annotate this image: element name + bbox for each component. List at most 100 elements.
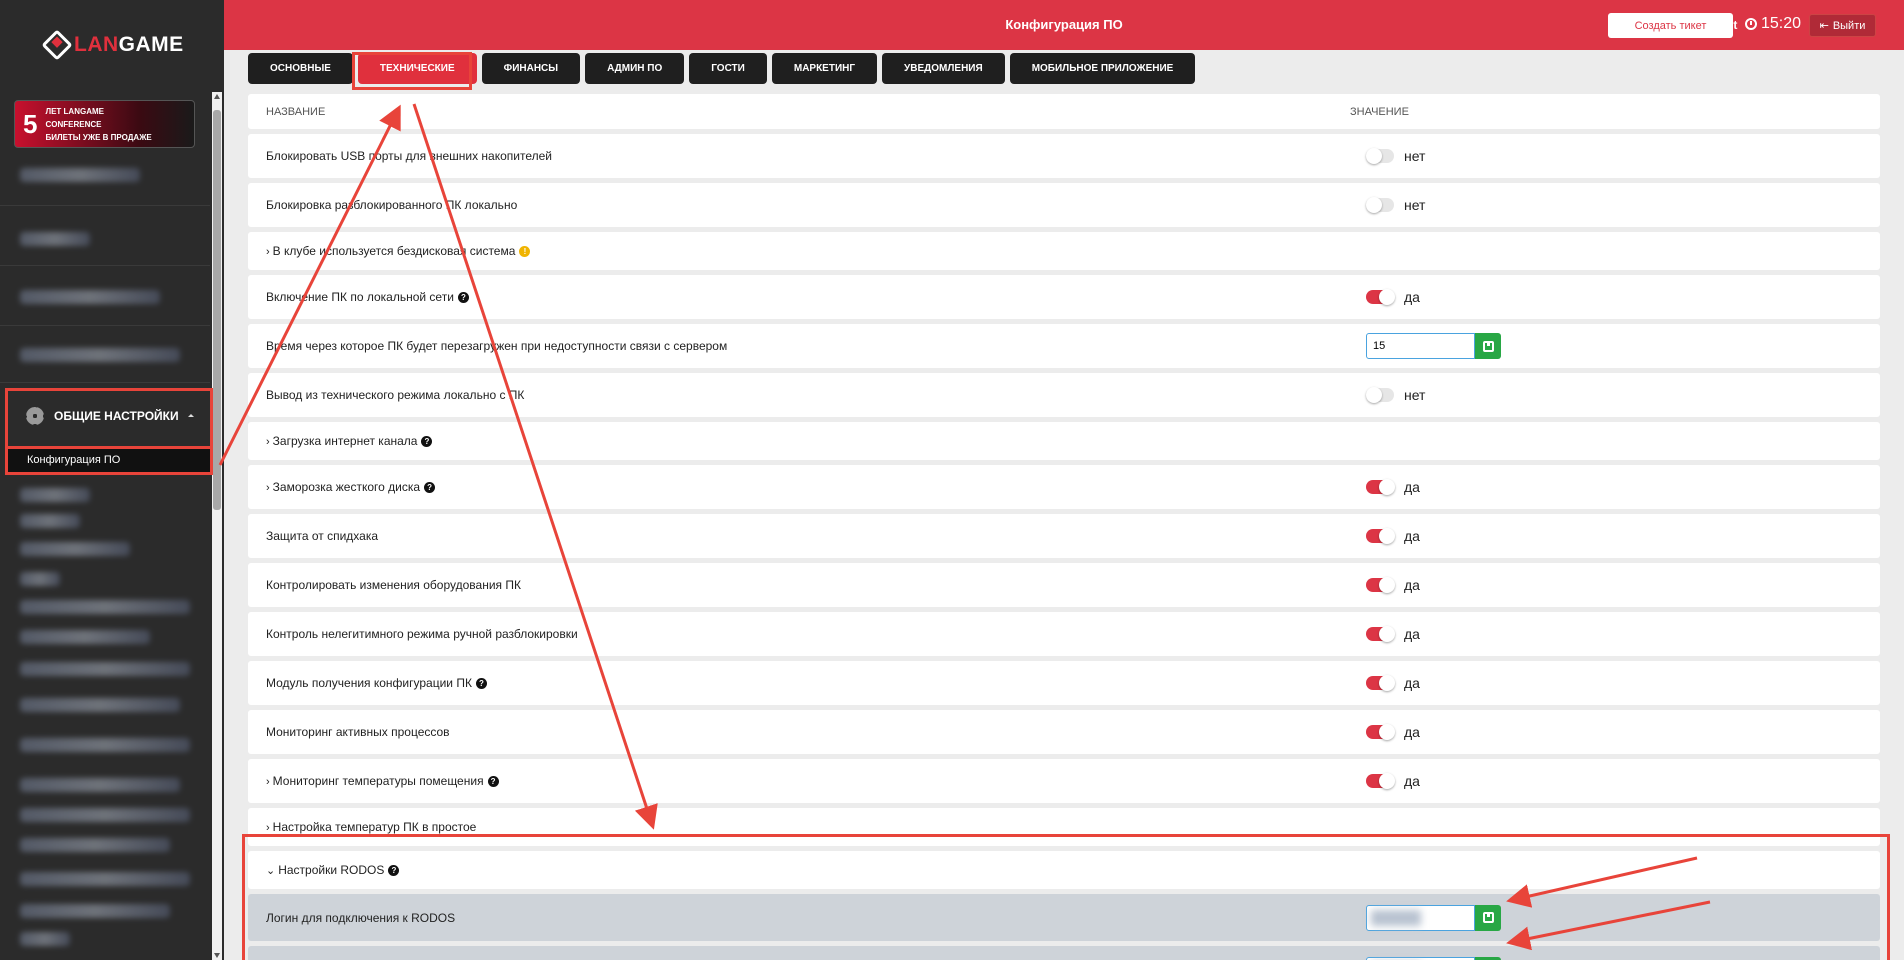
promo-line-3: БИЛЕТЫ УЖЕ В ПРОДАЖЕ bbox=[45, 132, 152, 142]
tab-admin-software[interactable]: Админ ПО bbox=[585, 53, 685, 84]
annotation-box-rodos bbox=[242, 834, 1890, 960]
timeout-input[interactable] bbox=[1366, 333, 1475, 359]
blurred-menu-item[interactable] bbox=[20, 572, 60, 586]
scroll-up-arrow-icon[interactable] bbox=[214, 94, 220, 99]
tab-notifications[interactable]: Уведомления bbox=[882, 53, 1005, 84]
tab-marketing[interactable]: Маркетинг bbox=[771, 53, 878, 84]
sidebar-divider bbox=[0, 205, 210, 206]
question-icon[interactable]: ? bbox=[475, 678, 487, 690]
toggle-knob bbox=[1379, 626, 1395, 642]
toggle-switch[interactable] bbox=[1366, 197, 1394, 213]
toggle-value-text: да bbox=[1404, 289, 1420, 305]
blurred-menu-item[interactable] bbox=[20, 488, 90, 502]
blurred-menu-item[interactable] bbox=[20, 698, 180, 712]
blurred-menu-item[interactable] bbox=[20, 904, 170, 918]
setting-label: В клубе используется бездисковая система bbox=[272, 244, 516, 258]
setting-value: да bbox=[1366, 675, 1420, 691]
tab-main[interactable]: Основные bbox=[248, 53, 353, 84]
blurred-menu-item[interactable] bbox=[20, 662, 190, 676]
toggle-knob bbox=[1379, 289, 1395, 305]
toggle-switch[interactable] bbox=[1366, 724, 1395, 740]
table-row[interactable]: › Загрузка интернет канала? bbox=[248, 422, 1880, 460]
blurred-menu-item[interactable] bbox=[20, 738, 190, 752]
tab-mobile-app[interactable]: Мобильное приложение bbox=[1009, 53, 1196, 84]
toggle-value-text: нет bbox=[1404, 197, 1426, 213]
setting-value: да bbox=[1366, 577, 1420, 593]
toggle-switch[interactable] bbox=[1366, 577, 1395, 593]
blurred-menu-item[interactable] bbox=[20, 600, 190, 614]
setting-name: Время через которое ПК будет перезагруже… bbox=[266, 339, 727, 353]
setting-label: Защита от спидхака bbox=[266, 529, 379, 543]
blurred-menu-item[interactable] bbox=[20, 872, 190, 886]
toggle-value-text: да bbox=[1404, 479, 1420, 495]
scroll-down-arrow-icon[interactable] bbox=[214, 953, 220, 958]
tab-guests[interactable]: Гости bbox=[689, 53, 767, 84]
logout-button[interactable]: ⇤ Выйти bbox=[1809, 14, 1876, 37]
toggle-knob bbox=[1379, 675, 1395, 691]
user-name[interactable]: Root bbox=[1710, 18, 1737, 32]
setting-value: да bbox=[1366, 528, 1420, 544]
blurred-menu-item[interactable] bbox=[20, 168, 140, 182]
setting-value: нет bbox=[1366, 387, 1425, 403]
chevron-right-icon[interactable]: › bbox=[266, 822, 270, 834]
sidebar-scrollbar[interactable] bbox=[212, 92, 222, 960]
setting-name: Блокировка разблокированного ПК локально bbox=[266, 198, 517, 212]
setting-label: Модуль получения конфигурации ПК bbox=[266, 676, 472, 690]
blurred-menu-item[interactable] bbox=[20, 290, 160, 304]
tab-finance[interactable]: Финансы bbox=[481, 53, 581, 84]
toggle-switch[interactable] bbox=[1366, 479, 1395, 495]
setting-label: Блокировать USB порты для внешних накопи… bbox=[266, 149, 553, 163]
question-icon[interactable]: ? bbox=[487, 776, 499, 788]
table-row: Модуль получения конфигурации ПК? да bbox=[248, 661, 1880, 705]
chevron-right-icon[interactable]: › bbox=[266, 482, 270, 494]
scroll-thumb[interactable] bbox=[213, 110, 221, 510]
question-icon[interactable]: ? bbox=[421, 436, 433, 448]
promo-text: ЛЕТ LANGAME CONFERENCE БИЛЕТЫ УЖЕ В ПРОД… bbox=[45, 105, 151, 144]
blurred-menu-item[interactable] bbox=[20, 838, 170, 852]
table-row: Контролировать изменения оборудования ПК… bbox=[248, 563, 1880, 607]
blurred-menu-item[interactable] bbox=[20, 932, 70, 946]
logo-icon bbox=[41, 29, 73, 61]
question-icon[interactable]: ? bbox=[424, 482, 436, 494]
toggle-switch[interactable] bbox=[1366, 626, 1395, 642]
setting-name: › В клубе используется бездисковая систем… bbox=[266, 244, 531, 258]
langame-logo[interactable]: LANGAME bbox=[41, 29, 184, 61]
toggle-knob bbox=[1379, 577, 1395, 593]
setting-name: Контролировать изменения оборудования ПК bbox=[266, 578, 521, 592]
toggle-switch[interactable] bbox=[1366, 148, 1394, 164]
table-row[interactable]: › В клубе используется бездисковая систем… bbox=[248, 232, 1880, 270]
blurred-menu-item[interactable] bbox=[20, 778, 180, 792]
chevron-right-icon[interactable]: › bbox=[266, 776, 270, 788]
warning-icon[interactable]: ! bbox=[519, 246, 531, 258]
chevron-right-icon[interactable]: › bbox=[266, 436, 270, 448]
logout-icon: ⇤ bbox=[1819, 20, 1829, 32]
table-row: Включение ПК по локальной сети? да bbox=[248, 275, 1880, 319]
table-row[interactable]: › Заморозка жесткого диска? да bbox=[248, 465, 1880, 509]
setting-value: да bbox=[1366, 289, 1420, 305]
table-row[interactable]: › Мониторинг температуры помещения? да bbox=[248, 759, 1880, 803]
toggle-switch[interactable] bbox=[1366, 528, 1395, 544]
setting-label: Мониторинг активных процессов bbox=[266, 725, 450, 739]
blurred-menu-item[interactable] bbox=[20, 808, 190, 822]
settings-table: Название Значение Блокировать USB порты … bbox=[248, 94, 1880, 960]
conference-promo-banner[interactable]: 5 ЛЕТ LANGAME CONFERENCE БИЛЕТЫ УЖЕ В ПР… bbox=[14, 100, 195, 148]
toggle-switch[interactable] bbox=[1366, 289, 1395, 305]
table-row: Контроль нелегитимного режима ручной раз… bbox=[248, 612, 1880, 656]
toggle-switch[interactable] bbox=[1366, 675, 1395, 691]
toggle-switch[interactable] bbox=[1366, 387, 1394, 403]
toggle-knob bbox=[1379, 479, 1395, 495]
clock-time: 15:20 bbox=[1761, 15, 1802, 32]
blurred-menu-item[interactable] bbox=[20, 542, 130, 556]
blurred-menu-item[interactable] bbox=[20, 514, 80, 528]
blurred-menu-item[interactable] bbox=[20, 348, 180, 362]
question-icon[interactable]: ? bbox=[457, 292, 469, 304]
save-button[interactable] bbox=[1475, 333, 1501, 359]
setting-value: да bbox=[1366, 479, 1420, 495]
chevron-right-icon[interactable]: › bbox=[266, 246, 270, 258]
toggle-value-text: да bbox=[1404, 773, 1420, 789]
floppy-disk-icon bbox=[1482, 340, 1494, 352]
toggle-switch[interactable] bbox=[1366, 773, 1395, 789]
setting-name: Модуль получения конфигурации ПК? bbox=[266, 676, 487, 690]
blurred-menu-item[interactable] bbox=[20, 232, 90, 246]
blurred-menu-item[interactable] bbox=[20, 630, 150, 644]
